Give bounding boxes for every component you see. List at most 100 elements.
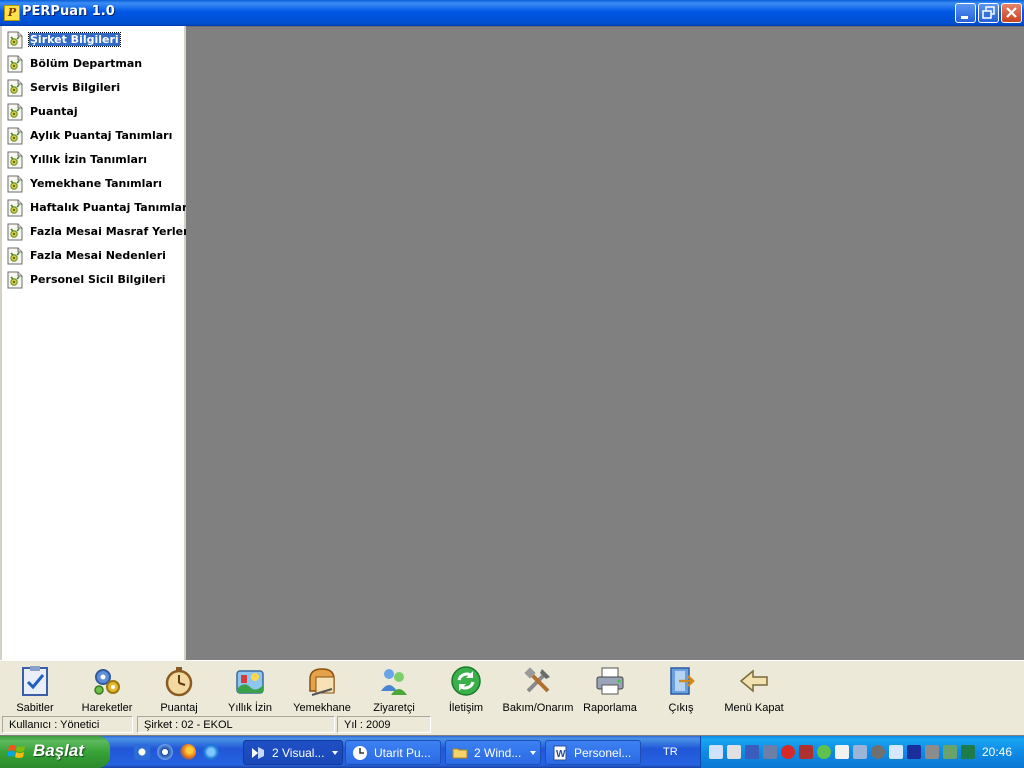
start-label: Başlat bbox=[33, 741, 85, 760]
clock-icon bbox=[353, 746, 367, 760]
toolbar-button-9[interactable]: Raporlama bbox=[575, 665, 645, 715]
vacation-icon bbox=[236, 670, 264, 694]
menu-item-10[interactable]: Fazla Mesai Nedenleri bbox=[6, 245, 184, 267]
menu-item-2[interactable]: Bölüm Departman bbox=[6, 53, 184, 75]
gears-icon bbox=[94, 669, 120, 695]
left-menu-panel: Şirket Bilgileri Bölüm Departman Servis Bi… bbox=[0, 26, 192, 660]
stopwatch-icon bbox=[165, 667, 193, 697]
toolbar-button-5[interactable]: Yemekhane bbox=[287, 665, 357, 715]
menu-item-label: Puantaj bbox=[30, 105, 78, 118]
printer-icon bbox=[596, 667, 624, 695]
toolbar-button-7[interactable]: İletişim bbox=[431, 665, 501, 715]
chevron-down-icon bbox=[530, 751, 536, 755]
close-button[interactable] bbox=[1001, 3, 1022, 23]
minimize-button[interactable] bbox=[955, 3, 976, 23]
main-workspace[interactable] bbox=[186, 26, 1024, 661]
toolbar-button-10[interactable]: Çıkış bbox=[646, 665, 716, 715]
display-icon[interactable] bbox=[853, 745, 867, 759]
tray-app-icon[interactable] bbox=[889, 745, 903, 759]
task-visual[interactable]: 2 Visual... bbox=[243, 740, 343, 765]
menu-item-11[interactable]: Personel Sicil Bilgileri bbox=[6, 269, 184, 291]
app-icon[interactable]: P bbox=[4, 5, 20, 21]
task-label: Utarit Pu... bbox=[374, 746, 431, 760]
firefox-icon[interactable] bbox=[180, 744, 196, 760]
menu-item-3[interactable]: Servis Bilgileri bbox=[6, 77, 184, 99]
menu-item-label: Fazla Mesai Masraf Yerleri bbox=[30, 225, 193, 238]
folder-icon bbox=[452, 748, 468, 759]
gear-document-icon bbox=[6, 55, 24, 73]
menu-item-8[interactable]: Haftalık Puantaj Tanımları bbox=[6, 197, 191, 219]
gear-document-icon bbox=[6, 247, 24, 265]
monitor-icon[interactable] bbox=[925, 745, 939, 759]
windows-flag-icon bbox=[8, 745, 25, 758]
menu-item-label: Fazla Mesai Nedenleri bbox=[30, 249, 166, 262]
speaker-icon[interactable] bbox=[871, 745, 885, 759]
visual-studio-icon bbox=[252, 747, 264, 759]
task-windows[interactable]: 2 Wind... bbox=[445, 740, 541, 765]
tray-app-icon[interactable] bbox=[961, 745, 975, 759]
network-icon[interactable] bbox=[709, 745, 723, 759]
toolbar-button-label: Menü Kapat bbox=[724, 702, 784, 714]
gear-document-icon bbox=[6, 271, 24, 289]
status-user: Kullanıcı : Yönetici bbox=[2, 716, 133, 733]
task-personel[interactable]: W Personel... bbox=[545, 740, 641, 765]
back-arrow-icon bbox=[739, 669, 768, 693]
toolbar-button-11[interactable]: Menü Kapat bbox=[719, 665, 789, 715]
start-button[interactable]: Başlat bbox=[0, 736, 110, 768]
clock[interactable]: 20:46 bbox=[982, 745, 1012, 759]
internet-explorer-icon[interactable] bbox=[203, 744, 219, 760]
status-bar: Kullanıcı : Yönetici Şirket : 02 - EKOL … bbox=[0, 715, 1024, 735]
media-player-icon[interactable] bbox=[157, 744, 173, 760]
toolbar-button-4[interactable]: Yıllık İzin bbox=[215, 665, 285, 715]
user-icon[interactable] bbox=[763, 745, 777, 759]
task-label: 2 Wind... bbox=[474, 746, 522, 760]
visitors-icon bbox=[381, 669, 407, 695]
tray-app-icon[interactable] bbox=[907, 745, 921, 759]
menu-item-label: Aylık Puantaj Tanımları bbox=[30, 129, 173, 142]
show-desktop-icon[interactable] bbox=[134, 744, 150, 760]
bluetooth-icon[interactable] bbox=[745, 745, 759, 759]
status-company: Şirket : 02 - EKOL bbox=[137, 716, 335, 733]
word-document-icon: W bbox=[553, 745, 567, 761]
close-icon bbox=[1006, 7, 1017, 18]
gear-document-icon bbox=[6, 127, 24, 145]
menu-item-1[interactable]: Şirket Bilgileri bbox=[6, 29, 184, 51]
toolbar-button-6[interactable]: Ziyaretçi bbox=[359, 665, 429, 715]
gear-document-icon bbox=[6, 103, 24, 121]
menu-item-label: Personel Sicil Bilgileri bbox=[30, 273, 166, 286]
security-icon[interactable] bbox=[817, 745, 831, 759]
clipboard-check-icon bbox=[22, 666, 48, 696]
toolbar-button-8[interactable]: Bakım/Onarım bbox=[503, 665, 573, 715]
restore-icon bbox=[982, 6, 995, 19]
network-error-icon[interactable] bbox=[799, 745, 813, 759]
tray-app-icon[interactable] bbox=[943, 745, 957, 759]
menu-item-label: Servis Bilgileri bbox=[30, 81, 121, 94]
menu-item-7[interactable]: Yemekhane Tanımları bbox=[6, 173, 184, 195]
restore-button[interactable] bbox=[978, 3, 999, 23]
toolbar-button-1[interactable]: Sabitler bbox=[0, 665, 70, 715]
toolbar-button-2[interactable]: Hareketler bbox=[72, 665, 142, 715]
menu-item-label: Yemekhane Tanımları bbox=[30, 177, 162, 190]
menu-item-label: Yıllık İzin Tanımları bbox=[30, 153, 148, 166]
toolbar-button-3[interactable]: Puantaj bbox=[144, 665, 214, 715]
menu-item-label: Şirket Bilgileri bbox=[28, 32, 121, 47]
tray-app-icon[interactable] bbox=[835, 745, 849, 759]
refresh-icon bbox=[451, 666, 481, 696]
antivirus-icon[interactable] bbox=[781, 745, 795, 759]
window-title: PERPuan 1.0 bbox=[22, 4, 115, 19]
tools-icon bbox=[524, 667, 550, 693]
title-bar[interactable]: P PERPuan 1.0 bbox=[0, 0, 1024, 26]
tray-app-icon[interactable] bbox=[727, 745, 741, 759]
task-utarit[interactable]: Utarit Pu... bbox=[345, 740, 441, 765]
menu-item-5[interactable]: Aylık Puantaj Tanımları bbox=[6, 125, 184, 147]
gear-document-icon bbox=[6, 151, 24, 169]
system-tray bbox=[700, 736, 1024, 768]
minimize-icon bbox=[961, 16, 968, 19]
menu-item-4[interactable]: Puantaj bbox=[6, 101, 184, 123]
menu-item-9[interactable]: Fazla Mesai Masraf Yerleri bbox=[6, 221, 192, 243]
menu-item-6[interactable]: Yıllık İzin Tanımları bbox=[6, 149, 184, 171]
gear-document-icon bbox=[6, 223, 24, 241]
menu-item-label: Haftalık Puantaj Tanımları bbox=[30, 201, 192, 214]
gear-document-icon bbox=[6, 31, 24, 49]
language-indicator[interactable]: TR bbox=[663, 746, 678, 758]
